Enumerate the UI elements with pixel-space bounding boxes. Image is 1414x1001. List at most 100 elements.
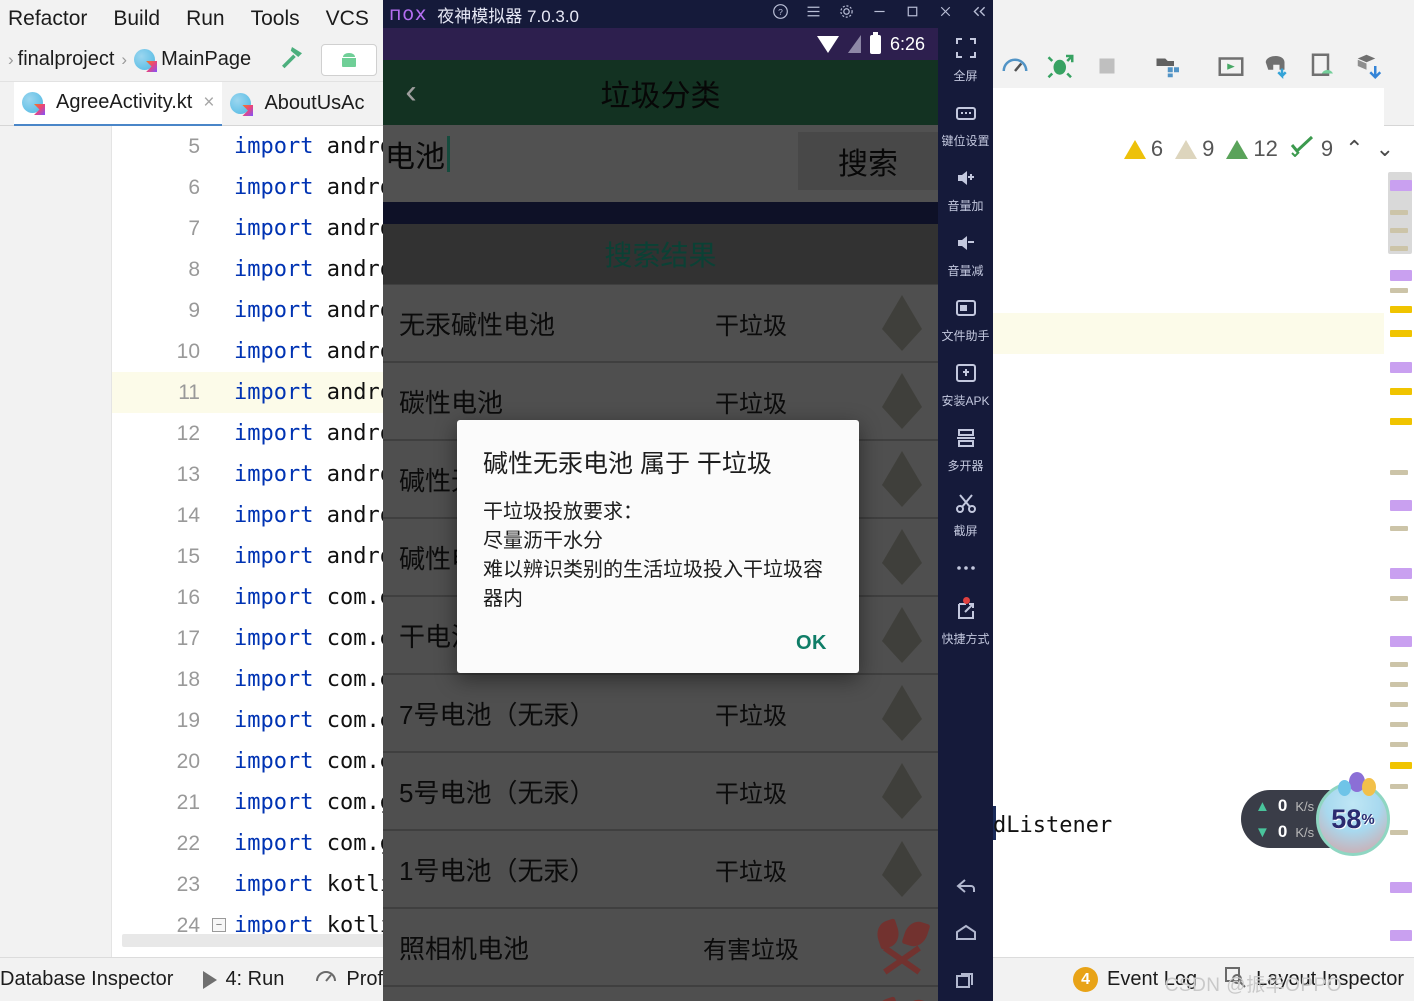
inspection-warnings-tan[interactable]: 9 xyxy=(1175,136,1214,162)
sidebar-item-volume-up[interactable]: 音量加 xyxy=(938,166,993,214)
main-toolbar-right xyxy=(992,44,1414,88)
editor-horizontal-scrollbar[interactable] xyxy=(122,934,392,947)
device-selector[interactable] xyxy=(321,43,378,76)
nox-title-bar[interactable]: пох 夜神模拟器 7.0.3.0 ? xyxy=(383,0,993,28)
gradle-elephant-icon[interactable] xyxy=(1262,51,1292,81)
scrollbar-marker[interactable] xyxy=(1390,210,1408,215)
sidebar-item-install-apk[interactable]: 安装APK xyxy=(938,361,993,409)
close-icon[interactable]: × xyxy=(203,92,214,114)
sdk-download-icon[interactable] xyxy=(1354,51,1384,81)
home-icon[interactable] xyxy=(938,923,993,948)
menu-item-tools[interactable]: Tools xyxy=(251,7,300,31)
scrollbar-marker[interactable] xyxy=(1390,306,1412,313)
sidebar-item-file-assistant[interactable]: 文件助手 xyxy=(938,296,993,344)
run-console-icon[interactable] xyxy=(1216,51,1246,81)
menu-item-vcs[interactable]: VCS xyxy=(326,7,369,31)
breadcrumb-file[interactable]: MainPage xyxy=(161,48,251,71)
scrollbar-marker[interactable] xyxy=(1390,288,1408,293)
menu-item-refactor[interactable]: Refactor xyxy=(8,7,87,31)
scrollbar-marker[interactable] xyxy=(1390,418,1412,425)
minimize-icon[interactable] xyxy=(871,3,888,25)
scrollbar-marker[interactable] xyxy=(1390,636,1412,647)
back-icon[interactable] xyxy=(938,876,993,901)
recents-icon[interactable] xyxy=(938,970,993,995)
chevron-up-icon[interactable]: ⌃ xyxy=(1345,136,1363,162)
status-database-inspector[interactable]: Database Inspector xyxy=(0,968,173,991)
status-layout-inspector[interactable]: Layout Inspector xyxy=(1223,965,1404,995)
line-number: 17 xyxy=(176,627,200,650)
menu-item-build[interactable]: Build xyxy=(113,7,160,31)
nav-collapse-icon[interactable]: › xyxy=(8,50,14,70)
line-number-gutter xyxy=(0,126,112,957)
line-number: 25 xyxy=(112,946,200,957)
collapse-icon[interactable] xyxy=(970,3,989,25)
download-unit: K/s xyxy=(1295,824,1315,840)
scrollbar-marker[interactable] xyxy=(1390,362,1412,373)
tab-aboutusactivity[interactable]: AboutUsAc xyxy=(222,82,372,126)
scrollbar-marker[interactable] xyxy=(1390,722,1408,727)
status-event-log[interactable]: 4 Event Log xyxy=(1073,967,1197,992)
sidebar-item-shortcut[interactable]: 快捷方式 xyxy=(938,597,993,647)
screenshot-icon xyxy=(954,491,978,520)
scrollbar-marker[interactable] xyxy=(1390,500,1412,511)
multi-instance-icon xyxy=(954,426,978,455)
project-structure-icon[interactable] xyxy=(1154,51,1184,81)
dialog-ok-button[interactable]: OK xyxy=(796,632,827,655)
menu-item-run[interactable]: Run xyxy=(186,7,225,31)
upload-speed: ▲ 0 K/s xyxy=(1255,796,1314,816)
gear-icon[interactable] xyxy=(838,3,855,25)
inspection-checks[interactable]: 9 xyxy=(1290,135,1333,163)
scrollbar-marker[interactable] xyxy=(1390,596,1408,601)
scrollbar-marker[interactable] xyxy=(1390,762,1412,769)
scrollbar-marker[interactable] xyxy=(1390,702,1408,707)
device-manager-icon[interactable] xyxy=(1308,51,1338,81)
nox-nav-buttons xyxy=(938,876,993,995)
scrollbar-marker[interactable] xyxy=(1390,882,1412,893)
scrollbar-marker[interactable] xyxy=(1390,246,1408,251)
line-number: 8 xyxy=(188,258,200,281)
scrollbar-marker[interactable] xyxy=(1390,180,1412,191)
scrollbar-marker[interactable] xyxy=(1390,662,1408,667)
maximize-icon[interactable] xyxy=(904,3,921,25)
sidebar-item-keymap[interactable]: 键位设置 xyxy=(938,101,993,149)
sidebar-item-more[interactable] xyxy=(938,556,993,585)
shortcut-icon xyxy=(954,597,978,628)
line-number: 16 xyxy=(176,586,200,609)
profiler-icon[interactable] xyxy=(1000,51,1030,81)
tab-agreeactivity[interactable]: AgreeActivity.kt × xyxy=(14,81,223,126)
build-hammer-icon[interactable] xyxy=(277,42,307,78)
scrollbar-marker[interactable] xyxy=(1390,330,1412,337)
android-screen[interactable]: 6:26 ‹ 垃圾分类 电池 搜索 搜索结果 无汞碱性电池 干垃圾 碳性电池 干垃圾碱… xyxy=(383,28,938,1001)
help-icon[interactable]: ? xyxy=(772,3,789,25)
tab-label: AgreeActivity.kt xyxy=(56,91,193,113)
sidebar-item-volume-down[interactable]: 音量减 xyxy=(938,231,993,279)
editor-marker-gutter[interactable] xyxy=(1384,170,1414,965)
scrollbar-marker[interactable] xyxy=(1390,568,1412,579)
sidebar-item-screenshot[interactable]: 截屏 xyxy=(938,491,993,539)
inspection-warnings-yellow[interactable]: 6 xyxy=(1123,136,1163,162)
menu-icon[interactable] xyxy=(805,3,822,25)
scrollbar-marker[interactable] xyxy=(1390,270,1412,281)
debug-icon[interactable] xyxy=(1046,51,1076,81)
scrollbar-marker[interactable] xyxy=(1390,228,1408,233)
arrow-up-icon: ▲ xyxy=(1255,797,1270,815)
scrollbar-marker[interactable] xyxy=(1390,784,1408,789)
fold-toggle-icon[interactable]: − xyxy=(212,918,226,932)
nox-emulator-window: пох 夜神模拟器 7.0.3.0 ? 6:26 ‹ 垃圾分类 电池 搜索 搜索… xyxy=(383,0,993,1001)
inspection-warnings-green[interactable]: 12 xyxy=(1226,136,1278,162)
scrollbar-marker[interactable] xyxy=(1390,742,1408,747)
close-icon[interactable] xyxy=(937,3,954,25)
scrollbar-marker[interactable] xyxy=(1390,682,1408,687)
sidebar-item-fullscreen[interactable]: 全屏 xyxy=(938,36,993,84)
status-run[interactable]: 4: Run xyxy=(203,968,284,991)
scrollbar-marker[interactable] xyxy=(1390,388,1412,395)
warning-triangle-tan-icon xyxy=(1175,139,1198,159)
cpu-usage-badge[interactable]: 58 % xyxy=(1316,782,1390,856)
scrollbar-marker[interactable] xyxy=(1390,526,1408,531)
scrollbar-marker[interactable] xyxy=(1390,830,1408,835)
chevron-down-icon[interactable]: ⌄ xyxy=(1376,136,1394,162)
breadcrumb-project[interactable]: finalproject xyxy=(18,48,115,71)
scrollbar-marker[interactable] xyxy=(1390,470,1408,475)
scrollbar-marker[interactable] xyxy=(1390,930,1412,941)
sidebar-item-multi-instance[interactable]: 多开器 xyxy=(938,426,993,474)
